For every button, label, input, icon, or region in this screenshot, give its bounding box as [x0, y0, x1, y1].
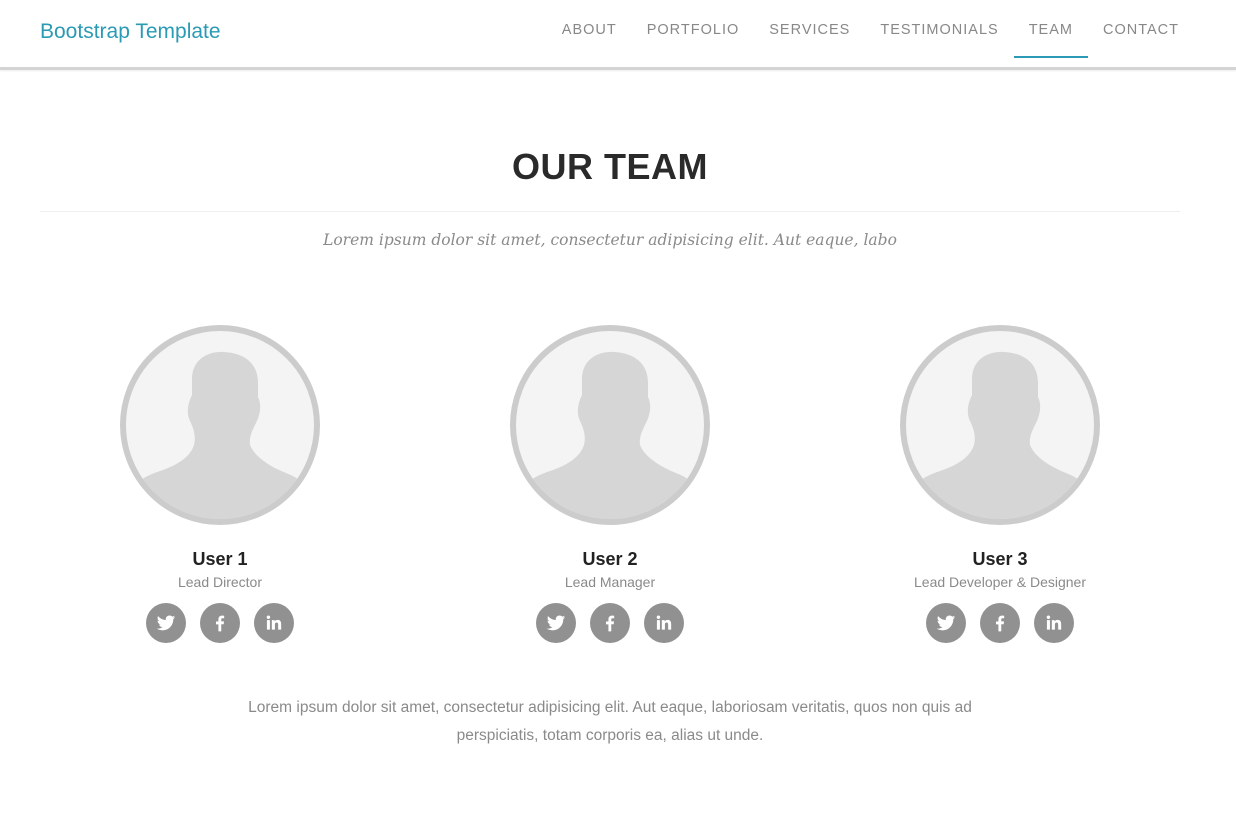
social-links: [460, 603, 760, 643]
brand-link[interactable]: Bootstrap Template: [40, 20, 221, 44]
avatar: [120, 325, 320, 525]
section-title: OUR TEAM: [512, 146, 708, 187]
twitter-icon: [156, 615, 176, 631]
social-links: [70, 603, 370, 643]
member-name: User 3: [972, 549, 1028, 569]
nav-link-about[interactable]: ABOUT: [547, 0, 632, 67]
avatar: [900, 325, 1100, 525]
linkedin-icon: [1046, 615, 1062, 630]
facebook-icon: [996, 615, 1005, 632]
facebook-icon: [216, 615, 225, 632]
user-silhouette-icon: [914, 351, 1086, 519]
member-role: Lead Director: [177, 574, 263, 590]
linkedin-icon: [656, 615, 672, 630]
nav-item-contact: CONTACT: [1088, 0, 1194, 67]
nav-menu: ABOUT PORTFOLIO SERVICES TESTIMONIALS TE…: [547, 0, 1194, 67]
facebook-icon: [606, 615, 615, 632]
nav-link-contact[interactable]: CONTACT: [1088, 0, 1194, 67]
user-silhouette-icon: [134, 351, 306, 519]
team-member-1: User 1 Lead Director: [70, 325, 370, 643]
nav-link-testimonials[interactable]: TESTIMONIALS: [865, 0, 1013, 67]
section-lead: Lorem ipsum dolor sit amet, consectetur …: [323, 231, 897, 249]
twitter-link[interactable]: [536, 603, 576, 643]
title-divider: [40, 211, 1180, 212]
nav-item-team: TEAM: [1013, 0, 1089, 67]
nav-item-portfolio: PORTFOLIO: [632, 0, 755, 67]
linkedin-link[interactable]: [254, 603, 294, 643]
linkedin-link[interactable]: [1034, 603, 1074, 643]
nav-link-services[interactable]: SERVICES: [754, 0, 865, 67]
section-footer-text: Lorem ipsum dolor sit amet, consectetur …: [248, 699, 972, 744]
member-name: User 2: [582, 549, 638, 569]
member-role: Lead Developer & Designer: [914, 574, 1086, 590]
nav-item-testimonials: TESTIMONIALS: [865, 0, 1013, 67]
nav-link-portfolio[interactable]: PORTFOLIO: [632, 0, 755, 67]
team-member-3: User 3 Lead Developer & Designer: [850, 325, 1150, 643]
team-member-2: User 2 Lead Manager: [460, 325, 760, 643]
twitter-link[interactable]: [926, 603, 966, 643]
twitter-icon: [546, 615, 566, 631]
navbar: Bootstrap Template ABOUT PORTFOLIO SERVI…: [0, 0, 1236, 70]
member-role: Lead Manager: [564, 574, 656, 590]
nav-item-services: SERVICES: [754, 0, 865, 67]
member-name: User 1: [192, 549, 248, 569]
facebook-link[interactable]: [200, 603, 240, 643]
linkedin-icon: [266, 615, 282, 630]
nav-link-team[interactable]: TEAM: [1014, 0, 1088, 67]
linkedin-link[interactable]: [644, 603, 684, 643]
nav-item-about: ABOUT: [547, 0, 632, 67]
facebook-link[interactable]: [590, 603, 630, 643]
twitter-icon: [936, 615, 956, 631]
twitter-link[interactable]: [146, 603, 186, 643]
social-links: [850, 603, 1150, 643]
facebook-link[interactable]: [980, 603, 1020, 643]
user-silhouette-icon: [524, 351, 696, 519]
avatar: [510, 325, 710, 525]
